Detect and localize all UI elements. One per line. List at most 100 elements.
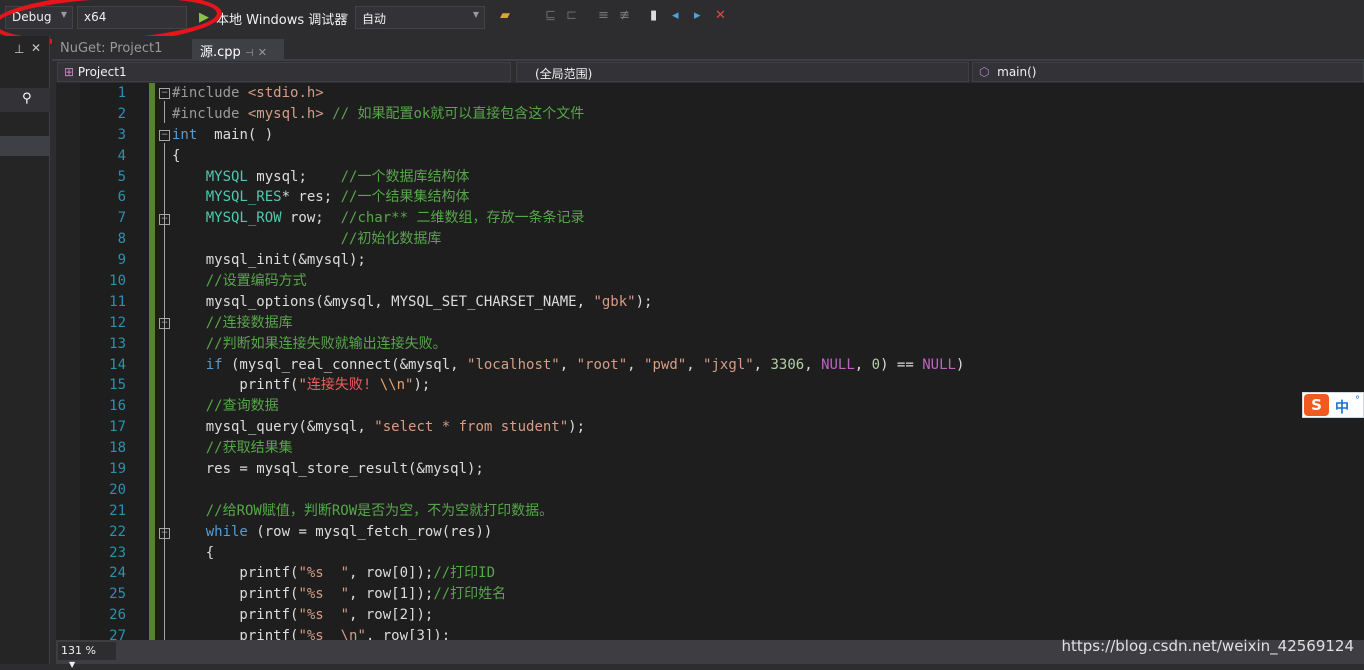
close-tab-icon[interactable]: ✕ [258,46,267,59]
chevron-down-icon: ▼ [472,10,479,19]
comment-icon[interactable]: ≡ [598,8,609,23]
prev-bookmark-icon[interactable]: ◂ [672,8,679,23]
code-line[interactable]: int main( ) [172,125,964,146]
code-line[interactable]: mysql_init(&mysql); [172,250,964,271]
code-token: mysql_query(&mysql, [172,419,375,436]
line-number: 27 [109,628,126,640]
code-token: { [172,544,215,561]
project-dropdown[interactable]: ⊞ Project1 [57,62,511,82]
code-line[interactable]: printf("%s ", row[2]); [172,605,964,626]
find-in-files-icon[interactable]: ▰ [500,8,510,23]
pin-icon[interactable]: ⊥ [14,42,24,56]
code-token: //获取结果集 [205,440,293,457]
collapse-icon[interactable]: − [159,130,170,141]
code-token: if [205,356,223,373]
tab-nuget[interactable]: NuGet: Project1 [52,39,170,61]
line-number: 14 [109,356,126,373]
solution-config-dropdown[interactable]: 自动 ▼ [355,6,485,29]
side-panel: ⊥ ✕ ⚲ [0,36,50,664]
search-box[interactable]: ⚲ [0,88,50,112]
code-line[interactable]: //判断如果连接失败就输出连接失败。 [172,334,964,355]
code-line[interactable]: res = mysql_store_result(&mysql); [172,459,964,480]
code-token: ); [568,419,586,436]
code-token: , [854,356,872,373]
uncomment-icon[interactable]: ≢ [619,8,630,23]
ime-mode: 中 [1335,400,1349,416]
code-line[interactable]: //设置编码方式 [172,271,964,292]
code-line[interactable]: mysql_query(&mysql, "select * from stude… [172,417,964,438]
code-token: NULL [922,356,956,373]
code-token: ); [413,377,431,394]
clear-bookmarks-icon[interactable]: ✕ [715,8,726,23]
code-line[interactable]: //给ROW赋值，判断ROW是否为空，不为空就打印数据。 [172,501,964,522]
line-number: 8 [117,231,126,248]
step-over-icon[interactable]: ⊏ [566,8,577,23]
code-token: "%s " [298,586,350,603]
code-token: while [205,523,248,540]
code-token: 连接失败! [306,377,380,394]
next-bookmark-icon[interactable]: ▸ [694,8,701,23]
code-line[interactable]: while (row = mysql_fetch_row(res)) [172,522,964,543]
line-number: 18 [109,440,126,457]
code-line[interactable]: { [172,146,964,167]
code-token: , row[3]); [365,628,451,640]
code-token: "gbk" [593,293,636,310]
code-line[interactable]: //初始化数据库 [172,229,964,250]
code-token: //给ROW赋值，判断ROW是否为空，不为空就打印数据。 [205,502,554,519]
project-icon: ⊞ [64,65,75,79]
line-number: 25 [109,586,126,603]
code-line[interactable]: #include <stdio.h> [172,83,964,104]
line-number: 13 [109,335,126,352]
code-line[interactable]: MYSQL_ROW row; //char** 二维数组，存放一条条记录 [172,208,964,229]
collapse-icon[interactable]: − [159,88,170,99]
start-debugger-button[interactable]: 本地 Windows 调试器 [216,9,347,28]
code-line[interactable]: mysql_options(&mysql, MYSQL_SET_CHARSET_… [172,292,964,313]
tab-source-cpp[interactable]: 源.cpp ⊣ ✕ [192,39,284,61]
member-dropdown[interactable]: ⬡ main() [972,62,1364,82]
code-line[interactable]: MYSQL_RES* res; //一个结果集结构体 [172,187,964,208]
code-line[interactable] [172,480,964,501]
chevron-down-icon[interactable]: ▼ [342,12,348,21]
code-line[interactable]: printf("连接失败! \\n"); [172,375,964,396]
code-token: printf( [172,565,299,582]
code-line[interactable]: { [172,543,964,564]
step-icon[interactable]: ⊑ [545,8,556,23]
code-token: //char** 二维数组，存放一条条记录 [340,210,585,227]
ime-indicator[interactable]: S 中 ° [1302,392,1364,418]
code-editor[interactable]: 1 2 3 4 5 6 7 8 9 10 11 12 13 14 15 16 17 18 19 20 21 22 23 24 2… [56,83,1364,640]
code-line[interactable]: if (mysql_real_connect(&mysql, "localhos… [172,355,965,376]
code-line[interactable]: printf("%s ", row[0]);//打印ID [172,563,964,584]
code-line[interactable]: #include <mysql.h> // 如果配置ok就可以直接包含这个文件 [172,104,964,125]
code-token: ) [955,356,965,373]
code-token: , [627,356,645,373]
line-number: 6 [117,189,126,206]
code-line[interactable]: //查询数据 [172,396,964,417]
code-token: MYSQL_RES [205,189,282,206]
code-line[interactable]: MYSQL mysql; //一个数据库结构体 [172,167,964,188]
bookmark-icon[interactable]: ▮ [650,8,657,23]
close-icon[interactable]: ✕ [31,41,41,55]
code-token: { [172,147,181,164]
code-token: (row = mysql_fetch_row(res)) [247,523,493,540]
code-line[interactable]: printf("%s ", row[1]);//打印姓名 [172,584,964,605]
code-line[interactable]: //获取结果集 [172,438,964,459]
fold-line [164,101,165,123]
line-number: 4 [117,147,126,164]
code-token: //设置编码方式 [205,273,307,290]
selected-item[interactable] [0,136,50,156]
scope-dropdown[interactable]: (全局范围) [516,62,969,82]
code-token: // 如果配置ok就可以直接包含这个文件 [323,105,585,122]
zoom-dropdown[interactable]: 131 % ▼ [58,642,116,669]
code-token: "root" [576,356,628,373]
line-number: 15 [109,377,126,394]
code-line[interactable]: printf("%s \n", row[3]); [172,626,964,640]
pin-icon[interactable]: ⊣ [245,48,254,59]
code-content[interactable]: #include <stdio.h> #include <mysql.h> // … [172,83,964,640]
code-token: 3306 [770,356,805,373]
code-token: , [559,356,577,373]
code-line[interactable]: //连接数据库 [172,313,964,334]
line-number: 21 [109,502,126,519]
search-icon: ⚲ [22,91,32,106]
